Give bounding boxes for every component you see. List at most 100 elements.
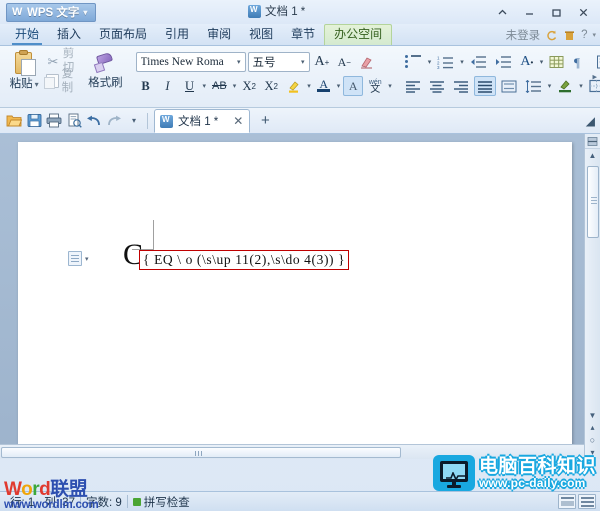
line-spacing-caret-icon[interactable]: ▾ bbox=[547, 82, 553, 90]
recycle-bin-icon[interactable] bbox=[563, 29, 576, 42]
scroll-down-button[interactable]: ▼ bbox=[589, 411, 597, 420]
chevron-down-icon[interactable]: ▾ bbox=[300, 58, 306, 66]
font-color-caret-icon[interactable]: ▾ bbox=[336, 82, 342, 90]
monitor-neck bbox=[451, 482, 456, 486]
shading-button[interactable] bbox=[554, 76, 576, 96]
select-browse-object-button[interactable]: ○ bbox=[590, 435, 595, 445]
line-spacing-button[interactable] bbox=[522, 76, 545, 96]
pinyin-guide-caret-icon[interactable]: ▾ bbox=[539, 58, 545, 66]
previous-page-button[interactable]: ▴ bbox=[590, 423, 594, 432]
sync-icon[interactable] bbox=[545, 29, 558, 42]
scroll-up-button[interactable]: ▲ bbox=[585, 151, 600, 160]
shrink-font-button[interactable]: A − bbox=[334, 52, 354, 72]
outline-view-button[interactable] bbox=[578, 494, 596, 509]
page-view-button[interactable] bbox=[558, 494, 576, 509]
font-size-combo[interactable]: 五号 ▾ bbox=[247, 52, 310, 72]
underline-button[interactable]: U bbox=[180, 76, 200, 96]
format-painter-button[interactable]: 格式刷 bbox=[86, 48, 124, 90]
vertical-scroll-thumb[interactable] bbox=[587, 166, 599, 238]
subscript-exp: 2 bbox=[273, 81, 278, 91]
help-caret-icon[interactable]: ▾ bbox=[592, 31, 596, 39]
group-clipboard: 粘贴 ▾ ✂ 剪切 复制 格式刷 bbox=[0, 46, 128, 107]
horizontal-scrollbar[interactable] bbox=[0, 444, 584, 459]
increase-indent-button[interactable] bbox=[492, 52, 515, 72]
underline-caret-icon[interactable]: ▾ bbox=[202, 82, 208, 90]
bold-button[interactable]: B bbox=[136, 76, 156, 96]
numbering-caret-icon[interactable]: ▾ bbox=[459, 58, 465, 66]
table-borders-button[interactable] bbox=[546, 52, 567, 72]
line-indicator: 行: 1 bbox=[10, 496, 35, 509]
align-right-button[interactable] bbox=[450, 76, 472, 96]
vertical-scrollbar[interactable]: ▲ ▼ ▴ ○ ▾ bbox=[584, 134, 600, 459]
copy-button[interactable]: 复制 bbox=[43, 68, 86, 94]
font-color-button[interactable]: A bbox=[314, 76, 334, 96]
superscript-exp: 2 bbox=[251, 81, 256, 91]
print-button[interactable] bbox=[44, 111, 64, 131]
shading-caret-icon[interactable]: ▾ bbox=[578, 82, 584, 90]
superscript-button[interactable]: X2 bbox=[239, 76, 259, 96]
align-justify-button[interactable] bbox=[473, 76, 496, 96]
pinyin-caret-icon[interactable]: ▾ bbox=[387, 82, 393, 90]
font-name-combo[interactable]: Times New Roma ▾ bbox=[135, 52, 246, 72]
tab-page-layout[interactable]: 页面布局 bbox=[90, 25, 156, 45]
close-button[interactable] bbox=[570, 2, 596, 22]
tab-home[interactable]: 开始 bbox=[6, 25, 48, 45]
chevron-down-icon[interactable]: ▾ bbox=[236, 58, 242, 66]
eq-field-code[interactable]: { EQ \ o (\s\up 11(2),\s\do 4(3)) } bbox=[139, 250, 350, 270]
undo-button[interactable] bbox=[84, 111, 104, 131]
align-center-button[interactable] bbox=[426, 76, 448, 96]
collapse-ribbon-button[interactable] bbox=[489, 2, 515, 22]
chevron-down-icon[interactable]: ▾ bbox=[85, 255, 89, 263]
tab-chapter[interactable]: 章节 bbox=[282, 25, 324, 45]
clear-format-button[interactable] bbox=[356, 52, 377, 72]
monitor-stand bbox=[446, 485, 461, 488]
open-button[interactable] bbox=[4, 111, 24, 131]
paragraph-settings-button[interactable] bbox=[592, 52, 600, 72]
document-tab[interactable]: 文档 1 * ✕ bbox=[154, 109, 251, 133]
spell-check-indicator[interactable]: 拼写检查 bbox=[128, 494, 195, 510]
minimize-button[interactable] bbox=[516, 2, 542, 22]
customize-qat-button[interactable]: ▾ bbox=[124, 111, 144, 131]
char-shading-button[interactable]: A bbox=[343, 76, 364, 96]
ribbon-expand-button[interactable]: ▸ bbox=[592, 71, 597, 82]
pinyin-guide-button[interactable]: A • bbox=[517, 52, 537, 72]
paste-button[interactable]: 粘贴 ▾ bbox=[5, 48, 43, 91]
strikethrough-button[interactable]: AB bbox=[209, 76, 230, 96]
align-distributed-button[interactable] bbox=[498, 76, 520, 96]
close-icon[interactable]: ✕ bbox=[233, 114, 243, 128]
show-formatting-marks-button[interactable]: ¶ bbox=[569, 52, 590, 72]
help-button[interactable]: ? bbox=[581, 29, 587, 41]
document-page[interactable]: ▾ C { EQ \ o (\s\up 11(2),\s\do 4(3)) } bbox=[18, 142, 572, 459]
italic-button[interactable]: I bbox=[158, 76, 178, 96]
save-button[interactable] bbox=[24, 111, 44, 131]
numbered-list-button[interactable]: 123 bbox=[434, 52, 457, 72]
horizontal-scroll-thumb[interactable] bbox=[1, 447, 401, 458]
wps-app-button[interactable]: W WPS 文字 ▾ bbox=[6, 2, 97, 22]
word-count-indicator[interactable]: 字数: 9 bbox=[81, 494, 127, 510]
paste-options-smart-tag[interactable]: ▾ bbox=[68, 251, 89, 266]
tab-view[interactable]: 视图 bbox=[240, 25, 282, 45]
paste-caret-icon[interactable]: ▾ bbox=[35, 80, 39, 89]
tab-list-menu-icon[interactable]: ◢ bbox=[586, 114, 595, 128]
tab-insert[interactable]: 插入 bbox=[48, 25, 90, 45]
tab-office-space[interactable]: 办公空间 bbox=[324, 24, 393, 45]
highlight-caret-icon[interactable]: ▾ bbox=[306, 82, 312, 90]
tab-review[interactable]: 审阅 bbox=[198, 25, 240, 45]
subscript-button[interactable]: X2 bbox=[261, 76, 281, 96]
bullet-list-button[interactable] bbox=[402, 52, 425, 72]
pinyin-button[interactable]: wén 文 bbox=[365, 76, 385, 96]
new-tab-button[interactable]: + bbox=[254, 110, 276, 132]
tab-references[interactable]: 引用 bbox=[156, 25, 198, 45]
grow-font-button[interactable]: A + bbox=[312, 52, 333, 72]
redo-button[interactable] bbox=[104, 111, 124, 131]
login-status-label[interactable]: 未登录 bbox=[506, 27, 541, 43]
bullet-caret-icon[interactable]: ▾ bbox=[427, 58, 433, 66]
decrease-indent-button[interactable] bbox=[467, 52, 490, 72]
highlight-button[interactable] bbox=[283, 76, 304, 96]
next-page-button[interactable]: ▾ bbox=[590, 448, 594, 457]
print-preview-button[interactable] bbox=[64, 111, 84, 131]
maximize-button[interactable] bbox=[543, 2, 569, 22]
align-left-button[interactable] bbox=[402, 76, 424, 96]
split-bar-button[interactable] bbox=[585, 134, 600, 149]
strikethrough-caret-icon[interactable]: ▾ bbox=[232, 82, 238, 90]
